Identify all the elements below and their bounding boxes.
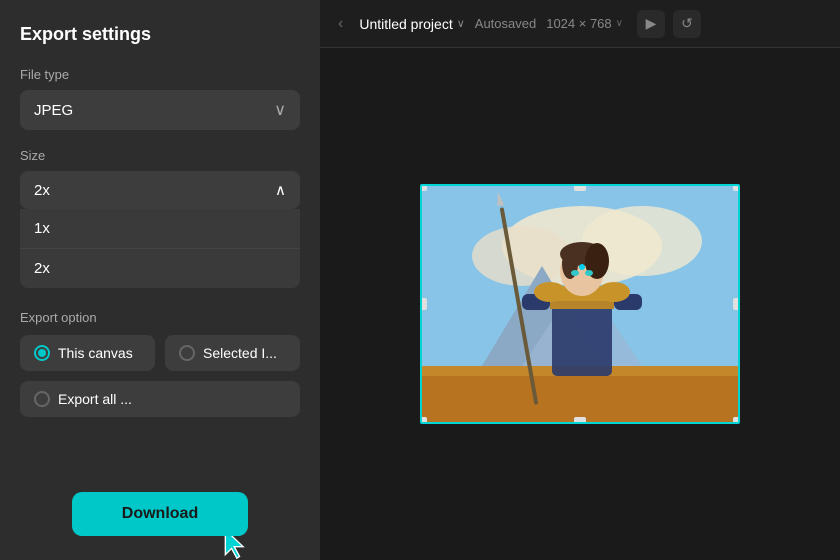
export-option-row-2: Export all ... xyxy=(20,381,300,417)
export-option-selected[interactable]: Selected I... xyxy=(165,335,300,371)
dimensions-dropdown-icon[interactable]: ∨ xyxy=(616,18,623,29)
file-type-select[interactable]: JPEG ∨ xyxy=(20,90,300,130)
play-button[interactable]: ▶ xyxy=(637,10,665,38)
download-button[interactable]: Download xyxy=(72,492,248,536)
file-type-label: File type xyxy=(20,67,300,82)
canvas-wrapper xyxy=(420,184,740,424)
export-options: This canvas Selected I... Export all ... xyxy=(20,335,300,417)
size-section: Size 2x ∧ 1x 2x xyxy=(20,148,300,306)
radio-circle-this-canvas xyxy=(34,345,50,361)
size-option-1x[interactable]: 1x xyxy=(20,209,300,249)
size-label: Size xyxy=(20,148,300,163)
top-bar: ‹ Untitled project ∨ Autosaved 1024 × 76… xyxy=(320,0,840,48)
selected-label: Selected I... xyxy=(203,345,277,361)
this-canvas-label: This canvas xyxy=(58,345,133,361)
dimensions-label: 1024 × 768 ∨ xyxy=(546,16,623,31)
export-option-all[interactable]: Export all ... xyxy=(20,381,300,417)
toolbar-icons: ▶ ↺ xyxy=(637,10,701,38)
export-option-row-1: This canvas Selected I... xyxy=(20,335,300,371)
handle-bottom-left[interactable] xyxy=(420,417,427,424)
handle-top-mid[interactable] xyxy=(574,184,586,191)
canvas-area xyxy=(320,48,840,560)
panel-title: Export settings xyxy=(20,24,300,45)
refresh-button[interactable]: ↺ xyxy=(673,10,701,38)
handle-top-right[interactable] xyxy=(733,184,740,191)
dimensions-text: 1024 × 768 xyxy=(546,16,611,31)
export-all-label: Export all ... xyxy=(58,391,132,407)
project-name: Untitled project ∨ xyxy=(359,16,464,32)
autosaved-label: Autosaved xyxy=(475,16,536,31)
handle-bottom-right[interactable] xyxy=(733,417,740,424)
size-select[interactable]: 2x ∧ xyxy=(20,171,300,209)
canvas-image xyxy=(420,184,740,424)
export-option-label: Export option xyxy=(20,310,300,325)
size-option-2x[interactable]: 2x xyxy=(20,249,300,288)
project-name-text: Untitled project xyxy=(359,16,452,32)
download-area: Download xyxy=(20,472,300,536)
canvas-panel: ‹ Untitled project ∨ Autosaved 1024 × 76… xyxy=(320,0,840,560)
handle-top-left[interactable] xyxy=(420,184,427,191)
chevron-down-icon: ∨ xyxy=(274,100,286,120)
handle-bottom-mid[interactable] xyxy=(574,417,586,424)
radio-circle-all xyxy=(34,391,50,407)
radio-circle-selected xyxy=(179,345,195,361)
back-arrow[interactable]: ‹ xyxy=(332,11,349,37)
handle-mid-right[interactable] xyxy=(733,298,740,310)
chevron-up-icon: ∧ xyxy=(275,181,286,199)
size-dropdown: 1x 2x xyxy=(20,209,300,288)
file-type-value: JPEG xyxy=(34,102,73,119)
handle-mid-left[interactable] xyxy=(420,298,427,310)
warrior-illustration xyxy=(422,186,740,424)
export-option-this-canvas[interactable]: This canvas xyxy=(20,335,155,371)
size-value: 2x xyxy=(34,182,50,199)
export-settings-panel: Export settings File type JPEG ∨ Size 2x… xyxy=(0,0,320,560)
project-dropdown-icon[interactable]: ∨ xyxy=(457,17,465,30)
